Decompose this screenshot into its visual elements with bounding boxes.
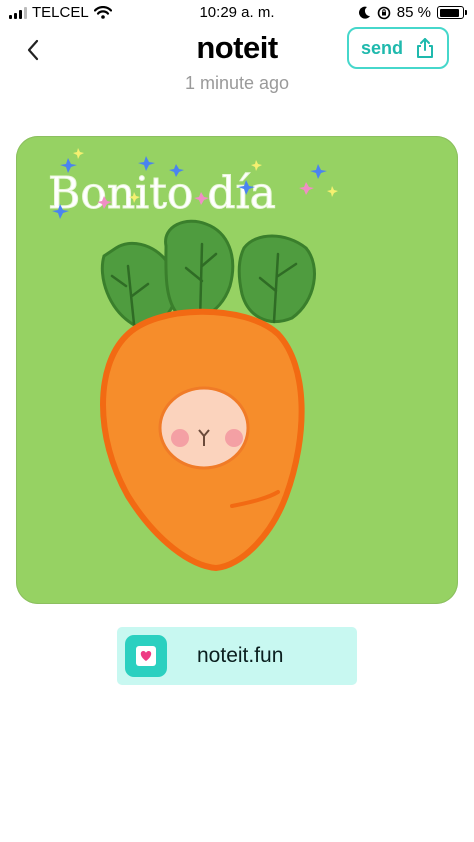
share-icon (417, 38, 433, 58)
battery-fill (439, 8, 459, 17)
status-bar: TELCEL 10:29 a. m. 85 % (0, 0, 474, 28)
noteit-app-icon (125, 635, 167, 677)
send-label: send (360, 37, 403, 58)
noteit-link-label: noteit.fun (197, 644, 284, 667)
noteit-link-button[interactable]: noteit.fun (117, 627, 357, 685)
timestamp-subtitle: 1 minute ago (184, 73, 290, 93)
send-button[interactable]: send (347, 27, 449, 69)
battery-icon (437, 6, 467, 19)
status-right: 85 % (358, 4, 467, 21)
right-cheek (225, 429, 243, 447)
heart-note-icon (136, 646, 156, 666)
left-cheek (171, 429, 189, 447)
note-drawing-card: Bonito día (16, 136, 458, 604)
bunny-face (158, 386, 250, 470)
greeting-text: Bonito día (48, 168, 276, 219)
moon-icon (358, 6, 370, 19)
carrier-drawing: Bonito día (48, 148, 338, 572)
orientation-lock-icon (377, 6, 391, 19)
battery-percent: 85 % (396, 4, 431, 21)
